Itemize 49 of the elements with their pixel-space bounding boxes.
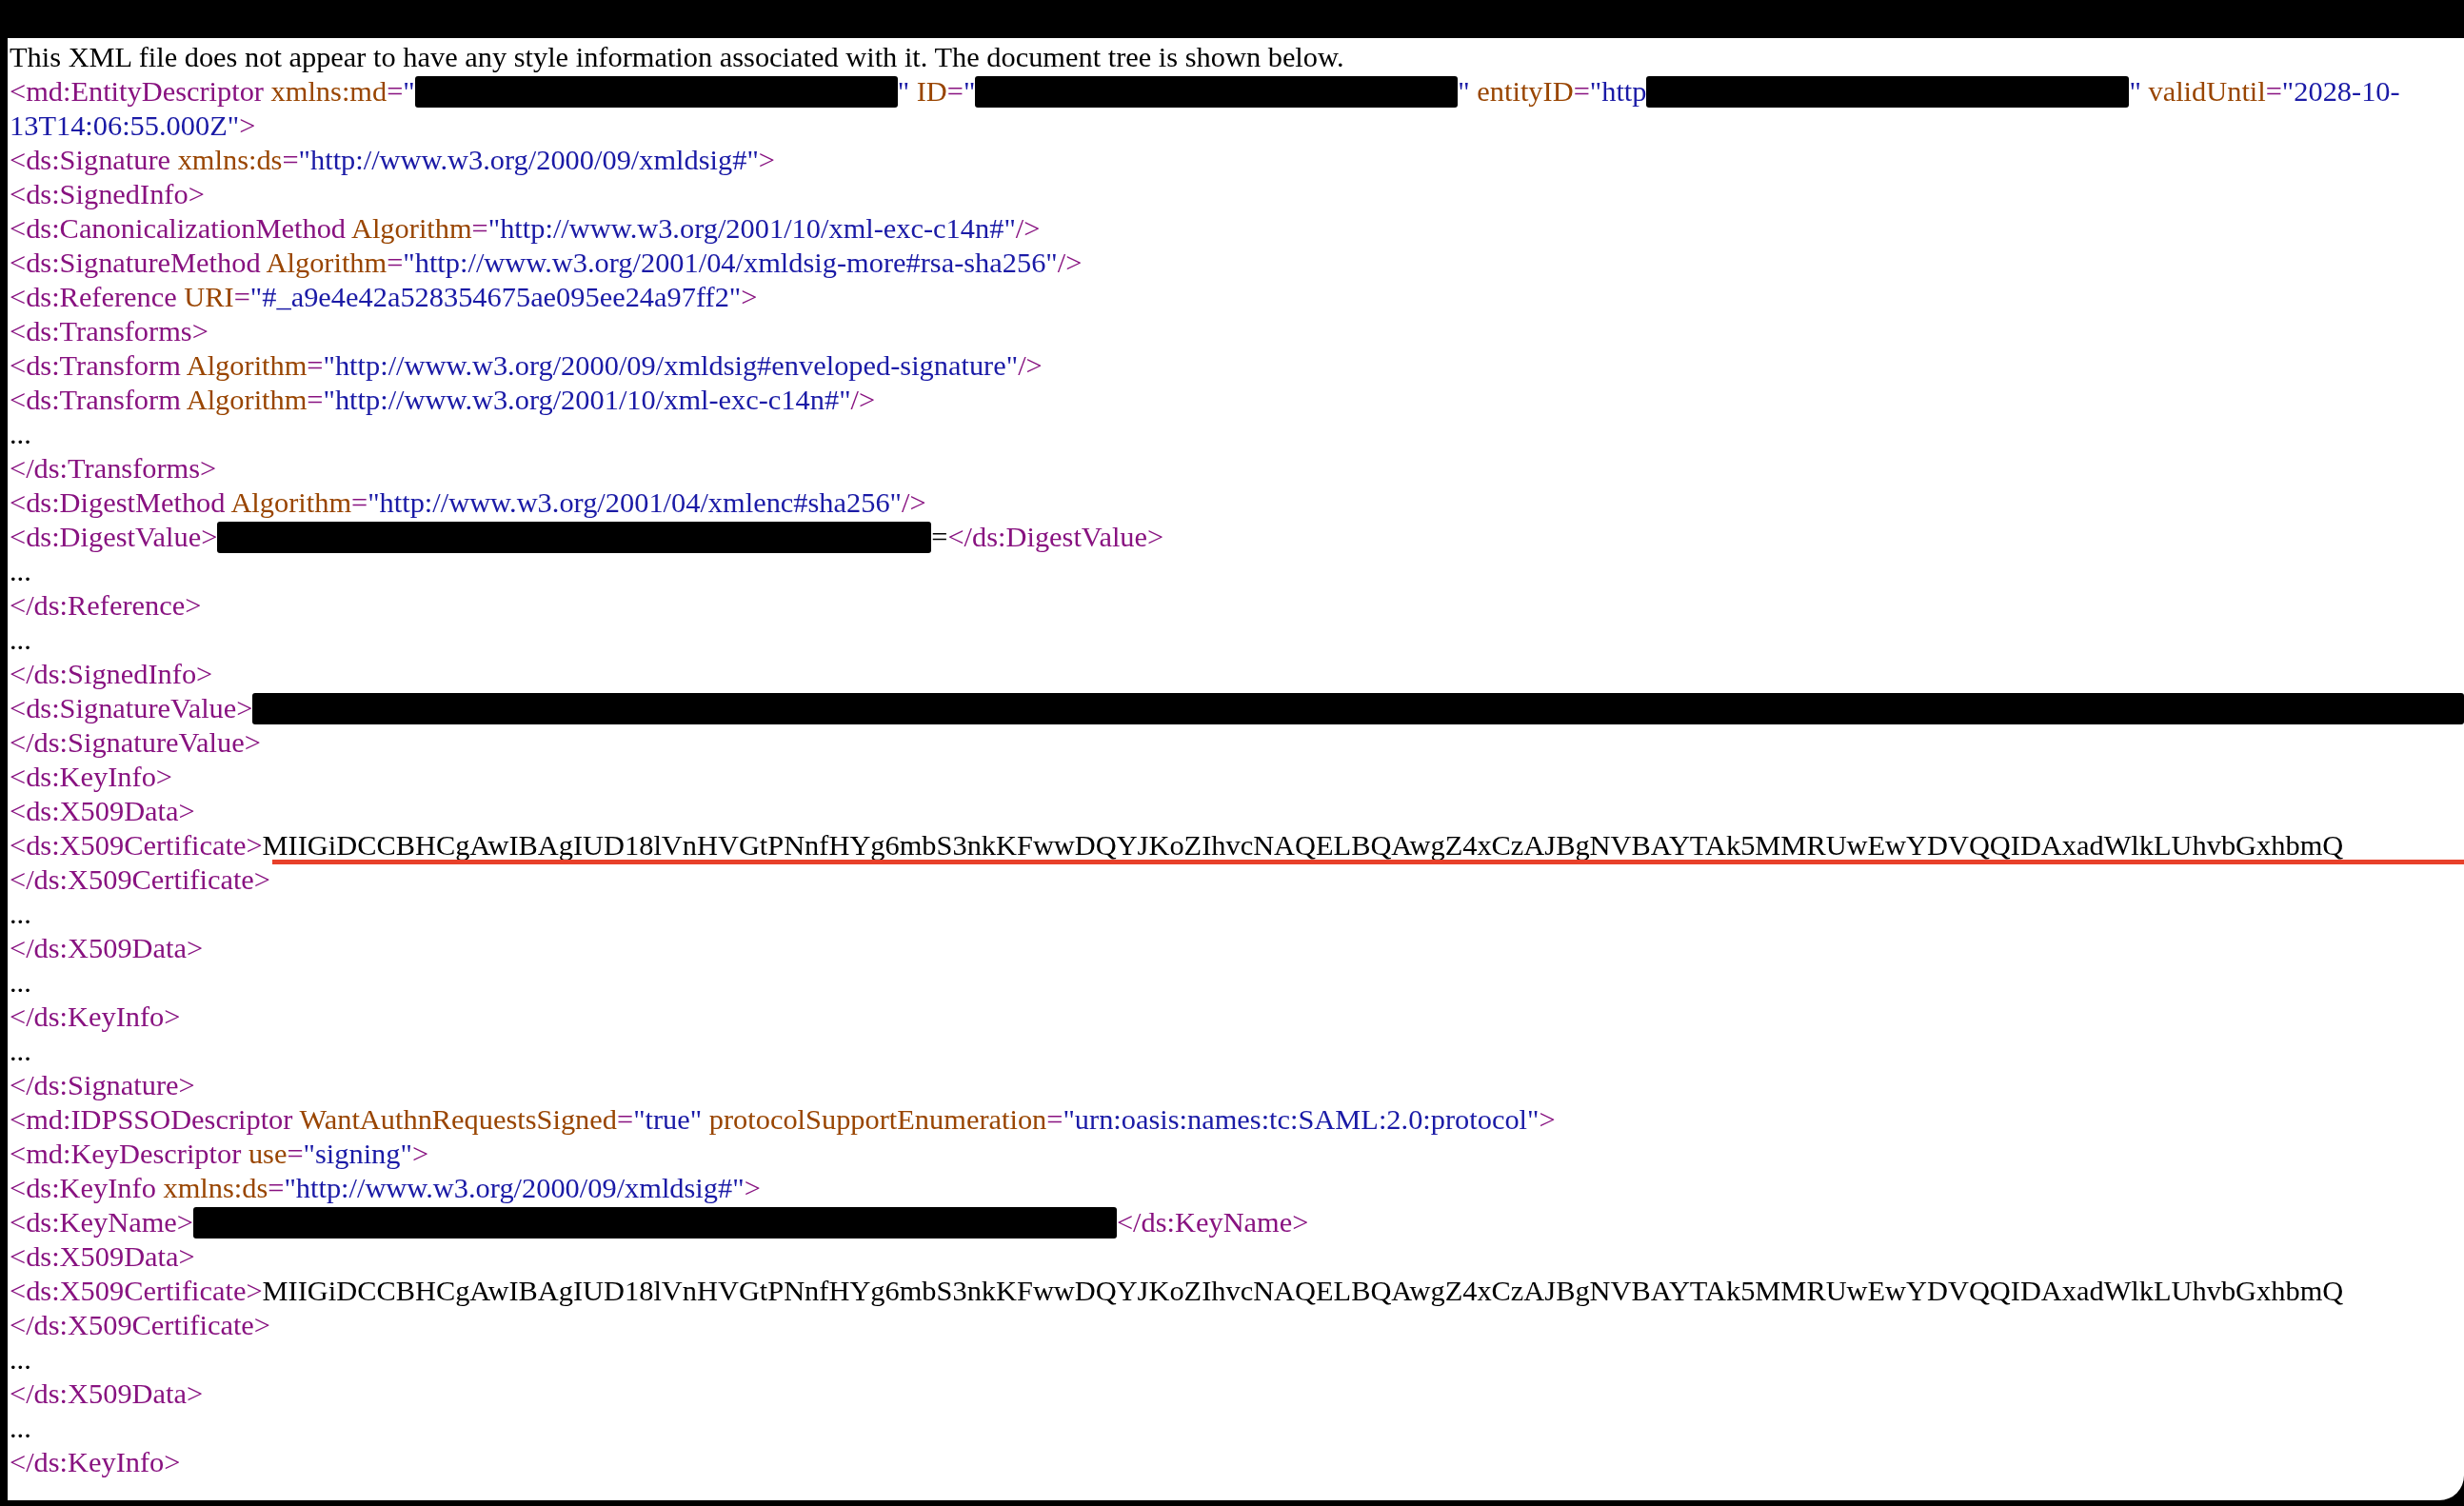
xml-code: <ds:Transforms> <box>10 314 209 348</box>
xml-code: ... <box>10 1342 31 1377</box>
xml-code: </ds:SignedInfo> <box>10 657 213 691</box>
xml-code: <ds:X509Data> <box>10 794 195 828</box>
xml-code: ... <box>10 417 31 451</box>
xml-code: </ds:SignatureValue> <box>10 725 261 760</box>
xml-code: </ds:X509Certificate> <box>10 862 270 897</box>
xml-code: <ds:X509Certificate> <box>10 1274 263 1308</box>
xml-code: <ds:Transform Algorithm="http://www.w3.org/2001/10/xml-exc-c14n#"/> <box>10 383 876 417</box>
xml-code: ... <box>10 965 31 1000</box>
xml-code: ... <box>10 554 31 588</box>
xml-code: <ds:SignatureValue> <box>10 691 253 725</box>
xml-code: <ds:Signature xmlns:ds="http://www.w3.org/2000/09/xmldsig#"> <box>10 143 775 177</box>
xml-code: " validUntil="2028-10- <box>2129 74 2400 109</box>
xml-code: <ds:CanonicalizationMethod Algorithm="http://www.w3.org/2001/10/xml-exc-c14n#"/> <box>10 211 1041 246</box>
xml-code: ... <box>10 1034 31 1068</box>
xml-code: <ds:KeyInfo> <box>10 760 172 794</box>
xml-code: <ds:KeyName> <box>10 1205 193 1239</box>
xml-code: </ds:Signature> <box>10 1068 195 1102</box>
xml-code: <ds:Transform Algorithm="http://www.w3.org/2000/09/xmldsig#enveloped-signature"/> <box>10 348 1043 383</box>
xml-code: </ds:X509Data> <box>10 931 204 965</box>
xml-code: <md:KeyDescriptor use="signing"> <box>10 1137 429 1171</box>
xml-code: <ds:X509Certificate> <box>10 828 263 862</box>
xml-code: ... <box>10 1411 31 1445</box>
xml-code: <ds:DigestValue> <box>10 520 218 554</box>
xml-code: <ds:DigestMethod Algorithm="http://www.w3.org/2001/04/xmlenc#sha256"/> <box>10 485 926 520</box>
xml-code: </ds:KeyInfo> <box>10 1000 181 1034</box>
xml-code: </ds:KeyName> <box>1116 1205 1309 1239</box>
xml-code: This XML file does not appear to have any style information associated with it. The document tree is shown below. <box>10 40 1344 74</box>
xml-code: <md:IDPSSODescriptor WantAuthnRequestsSigned="true" protocolSupportEnumeration="urn:oasis:names:tc:SAML:2.0:protocol"> <box>10 1102 1556 1137</box>
xml-code: <ds:X509Data> <box>10 1239 195 1274</box>
xml-code: <ds:Reference URI="#_a9e4e42a528354675ae095ee24a97ff2"> <box>10 280 758 314</box>
xml-code: ... <box>10 897 31 931</box>
xml-code: <ds:SignedInfo> <box>10 177 205 211</box>
xml-code: </ds:X509Certificate> <box>10 1308 270 1342</box>
xml-code: MIIGiDCCBHCgAwIBAgIUD18lVnHVGtPNnfHYg6mbS3nkKFwwDQYJKoZIhvcNAQELBQAwgZ4xCzAJBgNVBAYTAk5MMRUwEwYDVQQIDAxadWlkLUhvbGxhbmQ <box>262 1274 2344 1308</box>
xml-code: " entityID="http <box>1458 74 1647 109</box>
xml-code: <ds:KeyInfo xmlns:ds="http://www.w3.org/2000/09/xmldsig#"> <box>10 1171 761 1205</box>
xml-code: </ds:Reference> <box>10 588 202 623</box>
xml-code: </ds:X509Data> <box>10 1377 204 1411</box>
xml-code: 13T14:06:55.000Z"> <box>10 109 256 143</box>
xml-code: <ds:SignatureMethod Algorithm="http://www.w3.org/2001/04/xmldsig-more#rsa-sha256"/> <box>10 246 1083 280</box>
xml-code: =</ds:DigestValue> <box>931 520 1164 554</box>
xml-code: " ID=" <box>897 74 976 109</box>
xml-code: MIIGiDCCBHCgAwIBAgIUD18lVnHVGtPNnfHYg6mbS3nkKFwwDQYJKoZIhvcNAQELBQAwgZ4xCzAJBgNVBAYTAk5MMRUwEwYDVQQIDAxadWlkLUhvbGxhbmQ <box>262 828 2344 862</box>
xml-code: </ds:Transforms> <box>10 451 217 485</box>
xml-code: ... <box>10 623 31 657</box>
xml-code: </ds:KeyInfo> <box>10 1445 181 1479</box>
xml-code: <md:EntityDescriptor xmlns:md=" <box>10 74 415 109</box>
